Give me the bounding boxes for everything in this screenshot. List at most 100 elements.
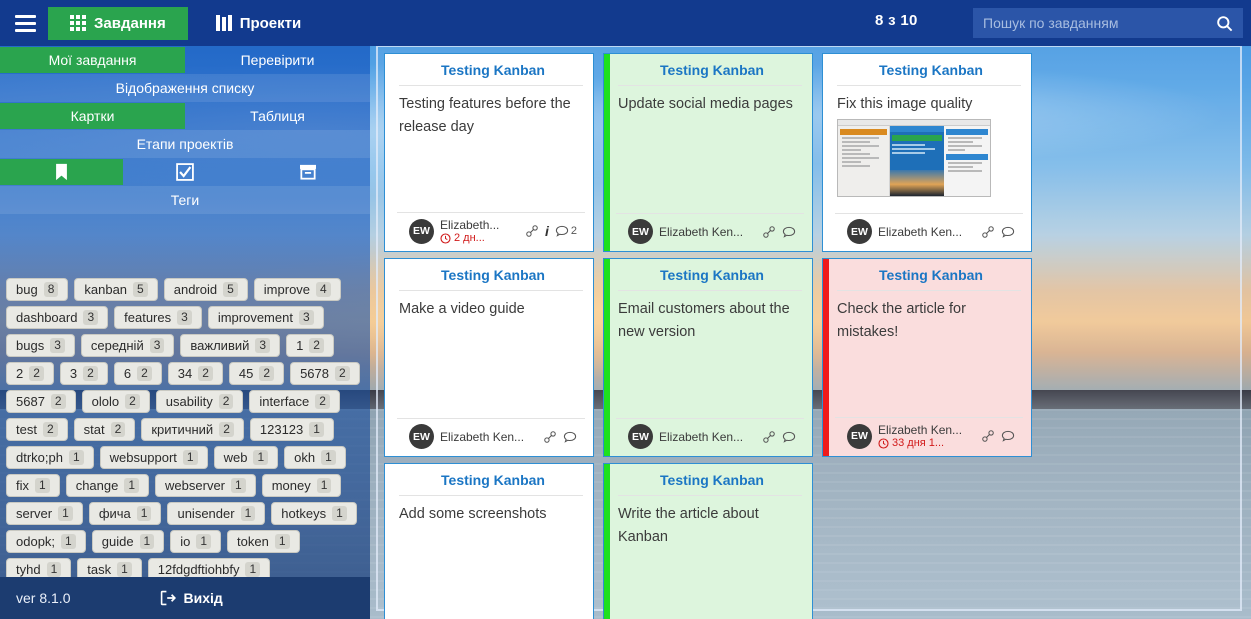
tag-pill[interactable]: io 1	[170, 530, 222, 553]
tag-pill[interactable]: improve 4	[253, 278, 341, 301]
tag-pill[interactable]: usability 2	[155, 390, 244, 413]
avatar[interactable]: EW	[847, 423, 872, 449]
card-assignee: Elizabeth Ken... 33 дня 1...	[878, 423, 975, 449]
card-attachment-button[interactable]	[525, 224, 539, 238]
kanban-card[interactable]: Testing Kanban Fix this image quality EW El…	[822, 53, 1032, 252]
tag-pill[interactable]: web 1	[213, 446, 279, 469]
tag-count: 1	[253, 450, 269, 465]
tag-pill[interactable]: фича 1	[88, 502, 162, 525]
card-comment-button[interactable]	[782, 225, 796, 239]
tag-count: 1	[61, 534, 76, 549]
card-attachment-button[interactable]	[981, 225, 995, 239]
avatar[interactable]: EW	[409, 424, 434, 449]
card-comment-button[interactable]: 2	[555, 224, 577, 238]
tag-pill[interactable]: dtrko;ph 1	[6, 446, 94, 469]
tab-tasks[interactable]: Завдання	[48, 6, 188, 40]
tag-pill[interactable]: fix 1	[6, 474, 60, 497]
tag-label: stat	[83, 422, 105, 437]
tag-pill[interactable]: money 1	[261, 474, 342, 497]
sidebar-item-table[interactable]: Таблиця	[185, 103, 370, 129]
due-text: 33 дня 1...	[892, 437, 945, 449]
avatar[interactable]: EW	[628, 424, 653, 449]
logout-button[interactable]: Вихід	[160, 590, 223, 606]
card-thumbnail[interactable]	[837, 119, 991, 198]
tag-pill[interactable]: bugs 3	[6, 334, 75, 357]
tag-pill[interactable]: stat 2	[73, 418, 136, 441]
tag-pill[interactable]: ololo 2	[81, 390, 150, 413]
card-comment-button[interactable]	[782, 430, 796, 444]
tag-pill[interactable]: bug 8	[6, 278, 69, 301]
tag-pill[interactable]: 12	[286, 334, 334, 357]
attachment-icon	[982, 225, 994, 238]
tag-pill[interactable]: improvement 3	[207, 306, 324, 329]
kanban-card[interactable]: Testing Kanban Make a video guide EW Elizab…	[384, 258, 594, 457]
card-comment-button[interactable]	[1001, 225, 1015, 239]
tag-count: 5	[133, 282, 148, 297]
card-attachment-button[interactable]	[981, 429, 995, 443]
card-info-button[interactable]: i	[545, 223, 549, 239]
card-comment-button[interactable]	[1001, 429, 1015, 443]
sidebar-item-cards[interactable]: Картки	[0, 103, 185, 129]
sidebar-stage-archive[interactable]	[247, 159, 370, 185]
tag-count: 1	[316, 478, 332, 493]
tag-pill[interactable]: server 1	[6, 502, 83, 525]
kanban-card[interactable]: Testing Kanban Email customers about the …	[603, 258, 813, 457]
card-project-title: Testing Kanban	[837, 259, 1021, 291]
card-attachment-button[interactable]	[762, 225, 776, 239]
sidebar-stage-done[interactable]	[123, 159, 246, 185]
tag-pill[interactable]: hotkeys 1	[271, 502, 357, 525]
tag-pill[interactable]: 5678 2	[290, 362, 360, 385]
tag-pill[interactable]: 34 2	[167, 362, 223, 385]
tag-pill[interactable]: критичний 2	[141, 418, 244, 441]
tag-pill[interactable]: guide 1	[91, 530, 165, 553]
tag-pill[interactable]: android 5	[163, 278, 248, 301]
tag-pill[interactable]: test 2	[6, 418, 68, 441]
tag-pill[interactable]: interface 2	[249, 390, 340, 413]
tag-pill[interactable]: unisender 1	[167, 502, 266, 525]
tag-pill[interactable]: важливий 3	[180, 334, 281, 357]
tag-pill[interactable]: 32	[59, 362, 108, 385]
kanban-card[interactable]: Testing Kanban Write the article about Ka…	[603, 463, 813, 619]
kanban-card[interactable]: Testing KanbanAdd some screenshotsEWEliz…	[384, 463, 594, 619]
tag-pill[interactable]: dashboard 3	[6, 306, 109, 329]
tag-pill[interactable]: change 1	[65, 474, 150, 497]
card-comment-button[interactable]	[563, 430, 577, 444]
card-text: Check the article for mistakes!	[823, 291, 1031, 417]
card-attachment-button[interactable]	[543, 430, 557, 444]
tag-pill[interactable]: features 3	[114, 306, 202, 329]
search-icon[interactable]	[1205, 8, 1243, 38]
bars-icon	[215, 15, 232, 31]
sidebar-stage-bookmark[interactable]	[0, 159, 124, 185]
tag-pill[interactable]: середній 3	[80, 334, 175, 357]
tag-pill[interactable]: 123123 1	[249, 418, 334, 441]
sidebar-item-check[interactable]: Перевірити	[185, 47, 370, 73]
tag-pill[interactable]: websupport 1	[99, 446, 208, 469]
avatar[interactable]: EW	[628, 219, 653, 244]
card-accent-bar	[604, 464, 610, 619]
tag-pill[interactable]: okh 1	[284, 446, 346, 469]
kanban-card[interactable]: Testing Kanban Testing features before th…	[384, 53, 594, 252]
tag-label: 1	[296, 338, 304, 353]
kanban-card[interactable]: Testing Kanban Check the article for mist…	[822, 258, 1032, 457]
tag-pill[interactable]: kanban 5	[74, 278, 158, 301]
sidebar-item-my-tasks[interactable]: Мої завдання	[0, 47, 185, 73]
hamburger-icon[interactable]	[8, 8, 42, 38]
tab-projects[interactable]: Проекти	[194, 7, 324, 40]
tag-pill[interactable]: odopk; 1	[6, 530, 86, 553]
tag-row: bugs 3 середній 3 важливий 3 1 2	[6, 334, 364, 357]
tag-label: dtrko;ph	[16, 450, 63, 465]
avatar[interactable]: EW	[409, 218, 434, 244]
avatar[interactable]: EW	[847, 219, 872, 244]
card-attachment-button[interactable]	[762, 430, 776, 444]
search-input[interactable]	[973, 9, 1205, 37]
tag-pill[interactable]: 22	[6, 362, 54, 385]
tag-pill[interactable]: token 1	[227, 530, 300, 553]
tag-pill[interactable]: webserver 1	[155, 474, 256, 497]
tag-pill[interactable]: 5687 2	[6, 390, 76, 413]
kanban-card[interactable]: Testing Kanban Update social media pages E…	[603, 53, 813, 252]
tag-pill[interactable]: 62	[113, 362, 162, 385]
tag-count: 1	[196, 534, 212, 549]
kanban-app: Завдання Проекти 8 з 10 Мої завдання Пер	[0, 0, 1251, 619]
tag-pill[interactable]: 45 2	[228, 362, 285, 385]
search-box[interactable]	[973, 8, 1243, 38]
